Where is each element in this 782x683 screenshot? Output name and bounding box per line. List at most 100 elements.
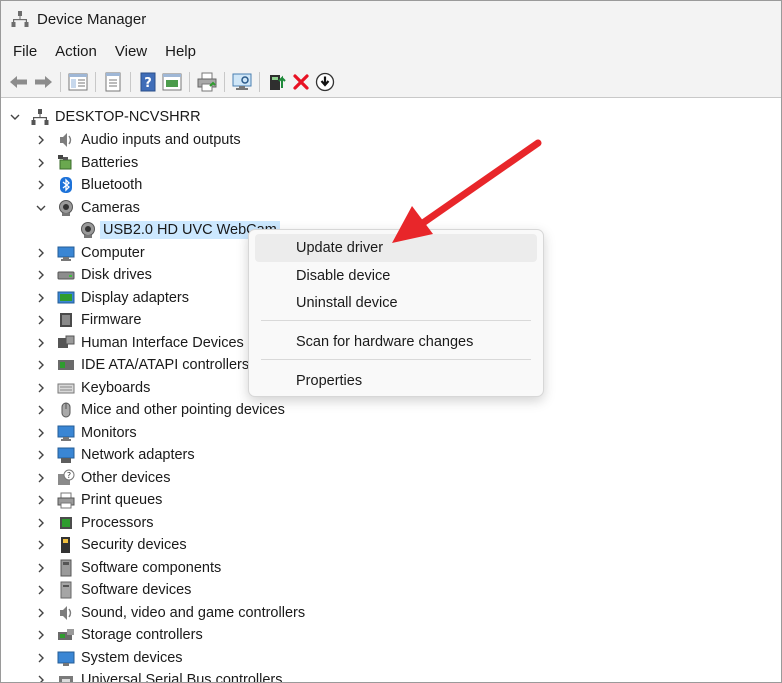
mouse-icon	[57, 401, 75, 419]
chevron-right-icon[interactable]	[35, 292, 47, 304]
forward-arrow-icon[interactable]	[31, 70, 55, 94]
show-hidden-icon[interactable]	[160, 70, 184, 94]
chevron-down-icon[interactable]	[35, 202, 47, 214]
tree-category-item[interactable]: Keyboards	[35, 377, 150, 399]
toolbar-separator	[60, 72, 61, 92]
tree-category-item[interactable]: Bluetooth	[35, 174, 142, 196]
tree-item-label: Software devices	[81, 582, 192, 598]
chevron-right-icon[interactable]	[35, 629, 47, 641]
context-menu: Update driver Disable device Uninstall d…	[248, 229, 544, 397]
toolbar-separator	[224, 72, 225, 92]
chevron-right-icon[interactable]	[35, 449, 47, 461]
back-arrow-icon[interactable]	[7, 70, 31, 94]
speaker-icon	[57, 131, 75, 149]
tree-category-item[interactable]: Network adapters	[35, 444, 195, 466]
chevron-right-icon[interactable]	[35, 562, 47, 574]
chevron-right-icon[interactable]	[35, 359, 47, 371]
chevron-right-icon[interactable]	[35, 517, 47, 529]
title-bar: Device Manager	[1, 1, 781, 37]
chevron-down-icon[interactable]	[9, 111, 21, 123]
chevron-right-icon[interactable]	[35, 472, 47, 484]
install-icon[interactable]	[313, 70, 337, 94]
menu-view[interactable]: View	[106, 37, 156, 67]
network-icon	[57, 446, 75, 464]
tree-item-label: Disk drives	[81, 267, 152, 283]
chevron-right-icon[interactable]	[35, 607, 47, 619]
tree-item-label: Security devices	[81, 537, 187, 553]
tree-category-item[interactable]: Print queues	[35, 489, 162, 511]
print-icon[interactable]	[195, 70, 219, 94]
chevron-right-icon[interactable]	[35, 157, 47, 169]
chevron-right-icon[interactable]	[35, 539, 47, 551]
tree-category-item[interactable]: Storage controllers	[35, 624, 203, 646]
chevron-right-icon[interactable]	[35, 404, 47, 416]
tree-category-item[interactable]: Sound, video and game controllers	[35, 602, 305, 624]
chevron-right-icon[interactable]	[35, 337, 47, 349]
security-icon	[57, 536, 75, 554]
context-menu-separator	[261, 359, 531, 360]
uninstall-icon[interactable]	[289, 70, 313, 94]
chevron-right-icon[interactable]	[35, 382, 47, 394]
menu-help[interactable]: Help	[156, 37, 205, 67]
chevron-right-icon[interactable]	[35, 179, 47, 191]
tree-item-label: Storage controllers	[81, 627, 203, 643]
tree-category-item[interactable]: ? Other devices	[35, 467, 170, 489]
software-device-icon	[57, 581, 75, 599]
properties-icon[interactable]	[101, 70, 125, 94]
chevron-right-icon[interactable]	[35, 314, 47, 326]
tree-category-item[interactable]: Disk drives	[35, 264, 152, 286]
tree-category-item[interactable]: Universal Serial Bus controllers	[35, 669, 282, 682]
tree-category-item[interactable]: Cameras	[35, 197, 140, 219]
chevron-right-icon[interactable]	[35, 652, 47, 664]
context-menu-scan-hardware[interactable]: Scan for hardware changes	[255, 328, 537, 356]
chevron-right-icon[interactable]	[35, 134, 47, 146]
tree-category-item[interactable]: IDE ATA/ATAPI controllers	[35, 354, 249, 376]
usb-icon	[57, 671, 75, 682]
tree-item-label: Processors	[81, 514, 154, 531]
tree-category-item[interactable]: Software components	[35, 557, 221, 579]
bluetooth-icon	[57, 176, 75, 194]
help-icon[interactable]: ?	[136, 70, 160, 94]
battery-icon	[57, 154, 75, 172]
properties-pane-icon[interactable]	[66, 70, 90, 94]
context-menu-update-driver[interactable]: Update driver	[255, 234, 537, 262]
chevron-right-icon[interactable]	[35, 247, 47, 259]
tree-category-item[interactable]: Processors	[35, 512, 154, 534]
tree-category-item[interactable]: Monitors	[35, 422, 137, 444]
menu-action[interactable]: Action	[46, 37, 106, 67]
tree-item-label: Human Interface Devices	[81, 334, 244, 351]
tree-root[interactable]: DESKTOP-NCVSHRR	[9, 106, 201, 128]
tree-category-item[interactable]: System devices	[35, 647, 183, 669]
tree-item-label: Other devices	[81, 469, 171, 486]
scan-monitor-icon[interactable]	[230, 70, 254, 94]
update-driver-icon[interactable]	[265, 70, 289, 94]
tree-category-item[interactable]: Audio inputs and outputs	[35, 129, 241, 151]
chevron-right-icon[interactable]	[35, 584, 47, 596]
tree-category-item[interactable]: Computer	[35, 242, 145, 264]
context-menu-properties[interactable]: Properties	[255, 367, 537, 395]
other-devices-icon: ?	[57, 469, 75, 487]
tree-item-label: Firmware	[81, 312, 142, 328]
chevron-right-icon[interactable]	[35, 674, 47, 682]
chevron-right-icon[interactable]	[35, 494, 47, 506]
chevron-right-icon[interactable]	[35, 427, 47, 439]
tree-category-item[interactable]: Security devices	[35, 534, 187, 556]
context-menu-uninstall-device[interactable]: Uninstall device	[255, 289, 537, 317]
tree-category-item[interactable]: Software devices	[35, 579, 191, 601]
svg-text:?: ?	[144, 76, 152, 91]
tree-category-item[interactable]: Human Interface Devices	[35, 332, 244, 354]
tree-item-label: System devices	[81, 649, 183, 666]
tree-item-label: Computer	[81, 244, 145, 261]
toolbar-separator	[130, 72, 131, 92]
tree-category-item[interactable]: Mice and other pointing devices	[35, 399, 285, 421]
tree-category-item[interactable]: Display adapters	[35, 287, 189, 309]
chevron-right-icon[interactable]	[35, 269, 47, 281]
tree-category-item[interactable]: Batteries	[35, 152, 138, 174]
context-menu-disable-device[interactable]: Disable device	[255, 262, 537, 290]
firmware-icon	[57, 311, 75, 329]
tree-item-label: Software components	[81, 559, 222, 576]
menu-file[interactable]: File	[1, 37, 46, 67]
tree-category-item[interactable]: Firmware	[35, 309, 141, 331]
tree-item-label: Mice and other pointing devices	[81, 402, 285, 418]
toolbar-separator	[189, 72, 190, 92]
